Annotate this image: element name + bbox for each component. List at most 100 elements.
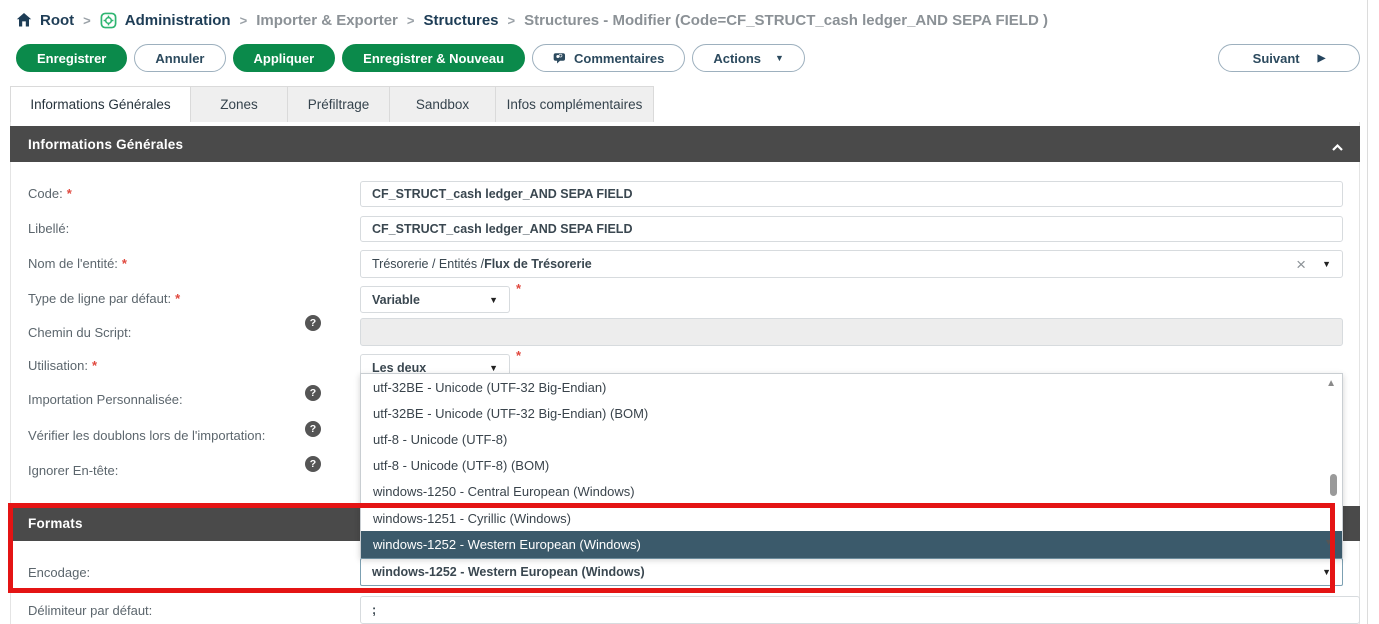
required-asterisk: * [122,256,127,271]
tab-infos-complementaires[interactable]: Infos complémentaires [495,86,654,123]
play-icon: ▶ [1318,53,1326,64]
encoding-label: Encodage: [28,565,90,580]
line-type-select[interactable]: Variable ▼ [360,286,510,313]
help-icon[interactable]: ? [305,421,321,437]
chevron-down-icon: ▼ [775,53,784,63]
option-label: windows-1251 - Cyrillic (Windows) [373,511,571,526]
tab-label: Infos complémentaires [507,97,643,112]
dropdown-option[interactable]: utf-8 - Unicode (UTF-8) [361,426,1342,452]
help-icon[interactable]: ? [305,385,321,401]
delimiter-value: ; [372,603,376,617]
scroll-down-icon[interactable]: ▼ [1324,537,1333,547]
line-type-value: Variable [372,293,420,307]
tab-prefiltrage[interactable]: Préfiltrage [287,86,390,123]
entity-value-bold: Flux de Trésorerie [484,257,592,271]
scroll-up-icon[interactable]: ▲ [1326,378,1336,389]
dropdown-option[interactable]: windows-1250 - Central European (Windows… [361,479,1342,505]
option-label: utf-32BE - Unicode (UTF-32 Big-Endian) [373,380,606,395]
breadcrumb-separator: > [239,13,249,28]
script-path-input [360,318,1343,346]
chevron-down-icon: ▼ [489,295,498,305]
breadcrumb-separator: > [406,13,416,28]
entity-label: Nom de l'entité:* [28,256,127,271]
tab-sandbox[interactable]: Sandbox [389,86,496,123]
dropdown-option[interactable]: utf-8 - Unicode (UTF-8) (BOM) [361,453,1342,479]
cancel-button-label: Annuler [155,51,204,66]
code-label: Code:* [28,186,72,201]
next-button-label: Suivant [1253,51,1300,66]
tab-label: Zones [220,97,258,112]
help-glyph: ? [310,458,316,470]
libelle-value: CF_STRUCT_cash ledger_AND SEPA FIELD [372,222,632,236]
breadcrumb-separator: > [82,13,92,28]
page: Root > Administration > Importer & Expor… [0,0,1379,624]
comments-button-label: Commentaires [574,51,664,66]
ignore-header-label: Ignorer En-tête: [28,463,118,478]
tab-label: Préfiltrage [308,97,370,112]
cancel-button[interactable]: Annuler [134,44,225,72]
chevron-up-icon[interactable] [1331,140,1344,155]
comment-icon [553,52,567,65]
dropdown-option[interactable]: utf-32BE - Unicode (UTF-32 Big-Endian) (… [361,400,1342,426]
option-label: utf-8 - Unicode (UTF-8) (BOM) [373,458,549,473]
dropdown-option[interactable]: windows-1251 - Cyrillic (Windows) [361,505,1342,531]
delimiter-label: Délimiteur par défaut: [28,603,152,618]
save-button[interactable]: Enregistrer [16,44,127,72]
section-header-informations-generales[interactable]: Informations Générales [10,126,1360,162]
apply-button-label: Appliquer [254,51,315,66]
required-asterisk: * [175,291,180,306]
actions-button[interactable]: Actions ▼ [692,44,805,72]
section-title: Informations Générales [28,137,183,152]
next-button[interactable]: Suivant ▶ [1218,44,1360,72]
code-input[interactable]: CF_STRUCT_cash ledger_AND SEPA FIELD [360,181,1343,207]
encoding-value: windows-1252 - Western European (Windows… [372,565,645,579]
breadcrumb-separator: > [507,13,517,28]
breadcrumb-root[interactable]: Root [40,12,74,29]
breadcrumb-structures[interactable]: Structures [423,12,498,29]
section-title: Formats [28,516,83,531]
option-label: utf-8 - Unicode (UTF-8) [373,432,507,447]
delimiter-input[interactable]: ; [360,596,1360,624]
chevron-down-icon: ▼ [489,363,498,373]
breadcrumb-current-page: Structures - Modifier (Code=CF_STRUCT_ca… [524,12,1048,29]
breadcrumb-administration[interactable]: Administration [125,12,231,29]
actions-button-label: Actions [713,51,761,66]
home-icon[interactable] [16,12,32,28]
line-type-label: Type de ligne par défaut:* [28,291,180,306]
help-glyph: ? [310,387,316,399]
administration-icon [100,12,117,29]
dropdown-option[interactable]: utf-32BE - Unicode (UTF-32 Big-Endian) [361,374,1342,400]
tab-zones[interactable]: Zones [190,86,288,123]
breadcrumb-importer-exporter[interactable]: Importer & Exporter [256,12,398,29]
help-icon[interactable]: ? [305,315,321,331]
required-asterisk: * [516,281,521,296]
tab-bar: Informations Générales Zones Préfiltrage… [10,86,654,123]
chevron-down-icon[interactable]: ▼ [1322,259,1331,269]
tab-informations-generales[interactable]: Informations Générales [10,86,191,123]
required-asterisk: * [67,186,72,201]
required-asterisk: * [92,358,97,373]
save-and-new-button-label: Enregistrer & Nouveau [363,51,504,66]
entity-select[interactable]: Trésorerie / Entités / Flux de Trésoreri… [360,250,1343,278]
chevron-down-icon: ▼ [1322,567,1331,577]
comments-button[interactable]: Commentaires [532,44,685,72]
option-label: windows-1252 - Western European (Windows… [373,537,641,552]
save-and-new-button[interactable]: Enregistrer & Nouveau [342,44,525,72]
tab-label: Sandbox [416,97,469,112]
dropdown-option-highlighted[interactable]: windows-1252 - Western European (Windows… [361,531,1342,558]
scrollbar-thumb[interactable] [1330,474,1337,496]
breadcrumb: Root > Administration > Importer & Expor… [16,7,1048,33]
script-path-label: Chemin du Script: [28,325,131,340]
encoding-select[interactable]: windows-1252 - Western European (Windows… [360,558,1343,586]
tab-label: Informations Générales [30,97,170,112]
page-right-border [1367,0,1368,624]
libelle-input[interactable]: CF_STRUCT_cash ledger_AND SEPA FIELD [360,216,1343,242]
custom-import-label: Importation Personnalisée: [28,392,183,407]
help-icon[interactable]: ? [305,456,321,472]
clear-icon[interactable]: × [1296,256,1306,273]
code-value: CF_STRUCT_cash ledger_AND SEPA FIELD [372,187,632,201]
option-label: utf-32BE - Unicode (UTF-32 Big-Endian) (… [373,406,648,421]
help-glyph: ? [310,423,316,435]
help-glyph: ? [310,317,316,329]
apply-button[interactable]: Appliquer [233,44,336,72]
